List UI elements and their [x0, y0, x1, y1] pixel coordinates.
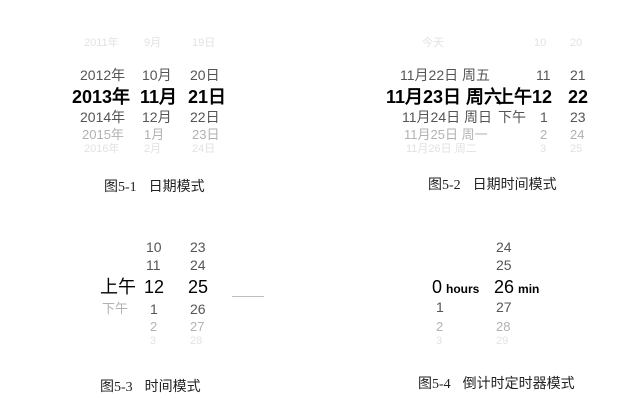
- hour-option[interactable]: 2: [540, 128, 547, 141]
- hour-option[interactable]: 10: [146, 240, 162, 254]
- minutes-value: 26: [494, 277, 515, 297]
- month-option[interactable]: 12月: [142, 110, 172, 124]
- hour-selected[interactable]: 12: [144, 278, 164, 296]
- time-picker: 上午 下午 10 11 12 1 2 3 23 24 25 26 27 28: [96, 226, 276, 347]
- month-selected[interactable]: 11月: [140, 88, 177, 106]
- minute-option[interactable]: 23: [190, 240, 206, 254]
- date-option[interactable]: 11月24日 周日: [402, 110, 492, 124]
- minute-option[interactable]: 28: [190, 336, 202, 347]
- countdown-timer-picker: 0 hours 1 2 3 24 25 26 min 27 28 29: [420, 224, 620, 347]
- caption-text: 日期时间模式: [472, 178, 557, 193]
- day-option[interactable]: 19日: [192, 38, 215, 49]
- minutes-option[interactable]: 28: [496, 320, 510, 333]
- minute-option[interactable]: 24: [570, 128, 584, 141]
- hours-unit-label: hours: [446, 282, 480, 296]
- caption-text: 日期模式: [148, 180, 205, 195]
- caption-text: 倒计时定时器模式: [462, 377, 575, 392]
- day-selected[interactable]: 21日: [188, 88, 226, 106]
- day-option[interactable]: 23日: [192, 128, 219, 141]
- minute-selected[interactable]: 25: [188, 278, 208, 296]
- hour-option[interactable]: 11: [146, 258, 161, 272]
- hour-option[interactable]: 1: [540, 110, 548, 124]
- month-option[interactable]: 9月: [144, 38, 161, 49]
- minutes-option[interactable]: 27: [496, 300, 512, 314]
- year-option[interactable]: 2011年: [84, 38, 119, 49]
- year-selected[interactable]: 2013年: [72, 88, 130, 106]
- picker-edge-line: [232, 296, 264, 297]
- minutes-option[interactable]: 29: [496, 336, 508, 347]
- hour-option[interactable]: 11: [536, 68, 551, 82]
- minute-option[interactable]: 24: [190, 258, 206, 272]
- minutes-option[interactable]: 25: [496, 258, 512, 272]
- month-option[interactable]: 1月: [144, 128, 164, 141]
- hours-option[interactable]: 3: [436, 336, 442, 347]
- day-option[interactable]: 22日: [190, 110, 220, 124]
- minute-option[interactable]: 27: [190, 320, 204, 333]
- caption-number: 图5-2: [428, 178, 461, 193]
- minutes-selected[interactable]: 26 min: [494, 278, 539, 296]
- figure4-caption: 图5-4 倒计时定时器模式: [418, 373, 575, 393]
- ampm-selected[interactable]: 上午: [100, 278, 136, 296]
- minutes-option[interactable]: 24: [496, 240, 512, 254]
- ampm-option[interactable]: 下午: [102, 302, 128, 315]
- hours-option[interactable]: 2: [436, 320, 443, 333]
- ampm-option[interactable]: 下午: [498, 110, 526, 124]
- hours-option[interactable]: 1: [436, 300, 444, 314]
- caption-text: 时间模式: [144, 380, 201, 395]
- date-option[interactable]: 11月26日 周二: [406, 144, 477, 155]
- hour-option[interactable]: 1: [150, 302, 158, 316]
- hour-option[interactable]: 3: [150, 336, 156, 347]
- hours-selected[interactable]: 0 hours: [432, 278, 479, 296]
- date-option[interactable]: 今天: [422, 38, 444, 49]
- date-selected[interactable]: 11月23日 周六: [386, 88, 502, 106]
- minute-option[interactable]: 26: [190, 302, 206, 316]
- date-picker: 2011年 2012年 2013年 2014年 2015年 2016年 9月 1…: [70, 38, 250, 155]
- figure2-caption: 图5-2 日期时间模式: [428, 174, 557, 194]
- minute-option[interactable]: 23: [570, 110, 586, 124]
- hour-selected[interactable]: 12: [532, 88, 552, 106]
- minutes-unit-label: min: [518, 282, 540, 296]
- minute-option[interactable]: 21: [570, 68, 586, 82]
- month-option[interactable]: 2月: [144, 144, 161, 155]
- ampm-selected[interactable]: 上午: [496, 88, 532, 106]
- day-option[interactable]: 20日: [190, 68, 220, 82]
- date-time-picker: 今天 11月22日 周五 11月23日 周六 11月24日 周日 11月25日 …: [380, 38, 620, 155]
- date-option[interactable]: 11月25日 周一: [404, 128, 488, 141]
- year-option[interactable]: 2015年: [82, 128, 124, 141]
- hour-option[interactable]: 3: [540, 144, 546, 155]
- minute-option[interactable]: 25: [570, 144, 582, 155]
- hour-option[interactable]: 10: [534, 38, 546, 49]
- year-option[interactable]: 2012年: [80, 68, 125, 82]
- date-option[interactable]: 11月22日 周五: [400, 68, 490, 82]
- month-option[interactable]: 10月: [142, 68, 172, 82]
- caption-number: 图5-3: [100, 380, 133, 395]
- caption-number: 图5-4: [418, 377, 451, 392]
- day-option[interactable]: 24日: [192, 144, 215, 155]
- year-option[interactable]: 2014年: [80, 110, 125, 124]
- hour-option[interactable]: 2: [150, 320, 157, 333]
- hours-value: 0: [432, 277, 443, 297]
- caption-number: 图5-1: [104, 180, 137, 195]
- figure1-caption: 图5-1 日期模式: [104, 176, 205, 196]
- minute-selected[interactable]: 22: [568, 88, 588, 106]
- minute-option[interactable]: 20: [570, 38, 582, 49]
- figure3-caption: 图5-3 时间模式: [100, 376, 201, 396]
- year-option[interactable]: 2016年: [84, 144, 119, 155]
